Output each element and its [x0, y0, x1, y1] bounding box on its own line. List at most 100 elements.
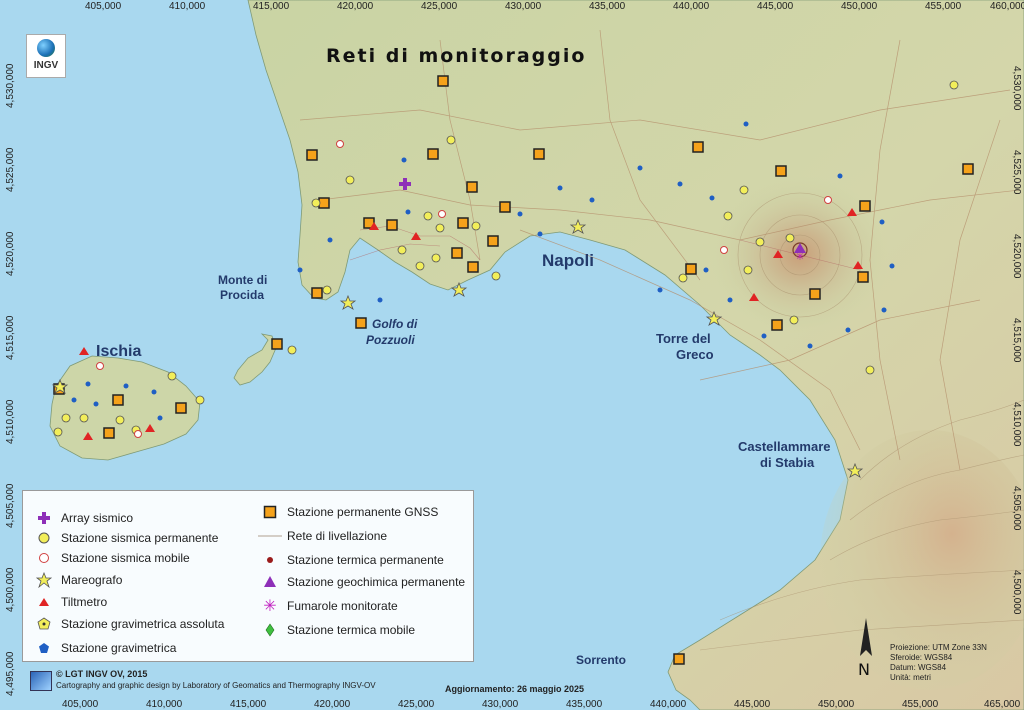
seismic-station [397, 245, 407, 255]
label-castellammare-1: Castellammare [738, 439, 831, 454]
gnss-station [962, 163, 974, 175]
seismic-station [115, 415, 125, 425]
svg-text:420,000: 420,000 [314, 699, 351, 710]
seismic-station [322, 285, 332, 295]
gnss-station [857, 271, 869, 283]
credits-line-2: Cartography and graphic design by Labora… [56, 681, 376, 690]
yellow-circle-icon [27, 529, 61, 547]
legend-item-tiltmeter: Tiltmetro [27, 593, 107, 611]
svg-text:445,000: 445,000 [757, 1, 794, 12]
gnss-station [673, 653, 685, 665]
label-golfo-2: Pozzuoli [366, 333, 415, 347]
gravimetric-station [405, 209, 411, 215]
ingv-logo: INGV [26, 34, 66, 78]
gnss-station [533, 148, 545, 160]
credits-line-1: © LGT INGV OV, 2015 [56, 669, 148, 679]
legend-item-seismic: Stazione sismica permanente [27, 529, 218, 547]
purple-triangle-icon [253, 573, 287, 591]
svg-text:4,510,000: 4,510,000 [1011, 402, 1022, 447]
mobile-seismic-station [134, 430, 142, 438]
svg-text:4,520,000: 4,520,000 [5, 231, 16, 276]
seismic-station [61, 413, 71, 423]
gnss-station [467, 261, 479, 273]
projection-info: Proiezione: UTM Zone 33N Sferoide: WGS84… [890, 643, 987, 682]
gravimetric-station [807, 343, 813, 349]
legend: Array sismico Stazione sismica permanent… [22, 490, 474, 662]
gnss-station [306, 149, 318, 161]
svg-text:450,000: 450,000 [841, 1, 878, 12]
seismic-station [53, 427, 63, 437]
svg-text:4,530,000: 4,530,000 [5, 63, 16, 108]
svg-text:N: N [858, 660, 870, 679]
svg-text:405,000: 405,000 [85, 1, 122, 12]
seismic-station [785, 233, 795, 243]
open-red-circle-icon [27, 549, 61, 567]
gnss-station [386, 219, 398, 231]
legend-item-mobile-thermal: Stazione termica mobile [253, 621, 415, 639]
green-diamond-icon [253, 621, 287, 639]
svg-text:425,000: 425,000 [398, 699, 435, 710]
gravimetric-station [845, 327, 851, 333]
seismic-station [415, 261, 425, 271]
seismic-station [423, 211, 433, 221]
gnss-station [466, 181, 478, 193]
magenta-asterisk-icon: ✳ [263, 598, 277, 615]
svg-text:455,000: 455,000 [902, 699, 939, 710]
gnss-station [685, 263, 697, 275]
gnss-station [499, 201, 511, 213]
yellow-pentagon-icon [27, 615, 61, 633]
update-date: Aggiornamento: 26 maggio 2025 [445, 684, 585, 694]
gnss-station [103, 427, 115, 439]
blue-pentagon-icon [27, 639, 61, 657]
seismic-station [471, 221, 481, 231]
svg-text:4,515,000: 4,515,000 [1011, 318, 1022, 363]
gravimetric-station [123, 383, 129, 389]
gnss-station [311, 287, 323, 299]
legend-item-tide-gauge: Mareografo [27, 571, 122, 589]
svg-text:410,000: 410,000 [169, 1, 206, 12]
gnss-station [427, 148, 439, 160]
gravimetric-station [327, 237, 333, 243]
seismic-station [949, 80, 959, 90]
gravimetric-station [703, 267, 709, 273]
label-ischia: Ischia [96, 343, 141, 360]
mobile-seismic-station [438, 210, 446, 218]
gravimetric-station [93, 401, 99, 407]
seismic-station [723, 211, 733, 221]
svg-text:4,505,000: 4,505,000 [5, 483, 16, 528]
gravimetric-station [657, 287, 663, 293]
seismic-station [195, 395, 205, 405]
gnss-station [437, 75, 449, 87]
gravimetric-station [537, 231, 543, 237]
svg-text:465,000: 465,000 [984, 699, 1021, 710]
seismic-station [789, 315, 799, 325]
svg-text:4,515,000: 4,515,000 [5, 315, 16, 360]
gravimetric-station [879, 219, 885, 225]
gnss-station [487, 235, 499, 247]
line-icon [253, 527, 287, 545]
svg-text:4,500,000: 4,500,000 [5, 567, 16, 612]
mobile-seismic-station [824, 196, 832, 204]
svg-text:435,000: 435,000 [566, 699, 603, 710]
seismic-station [287, 345, 297, 355]
svg-text:455,000: 455,000 [925, 1, 962, 12]
svg-text:415,000: 415,000 [253, 1, 290, 12]
svg-text:4,525,000: 4,525,000 [5, 147, 16, 192]
seismic-station [755, 237, 765, 247]
gravimetric-station [743, 121, 749, 127]
gravimetric-station [85, 381, 91, 387]
legend-item-levelling: Rete di livellazione [253, 527, 387, 545]
lgt-logo-icon [30, 671, 52, 691]
gnss-station [775, 165, 787, 177]
gravimetric-station [157, 415, 163, 421]
mobile-seismic-station [96, 362, 104, 370]
svg-text:405,000: 405,000 [62, 699, 99, 710]
seismic-station [345, 175, 355, 185]
gravimetric-station [727, 297, 733, 303]
purple-cross-icon [27, 509, 61, 527]
dark-red-dot-icon [253, 551, 287, 569]
gravimetric-station [637, 165, 643, 171]
label-torre-1: Torre del [656, 331, 711, 346]
svg-text:440,000: 440,000 [650, 699, 687, 710]
label-castellammare-2: di Stabia [760, 455, 815, 470]
